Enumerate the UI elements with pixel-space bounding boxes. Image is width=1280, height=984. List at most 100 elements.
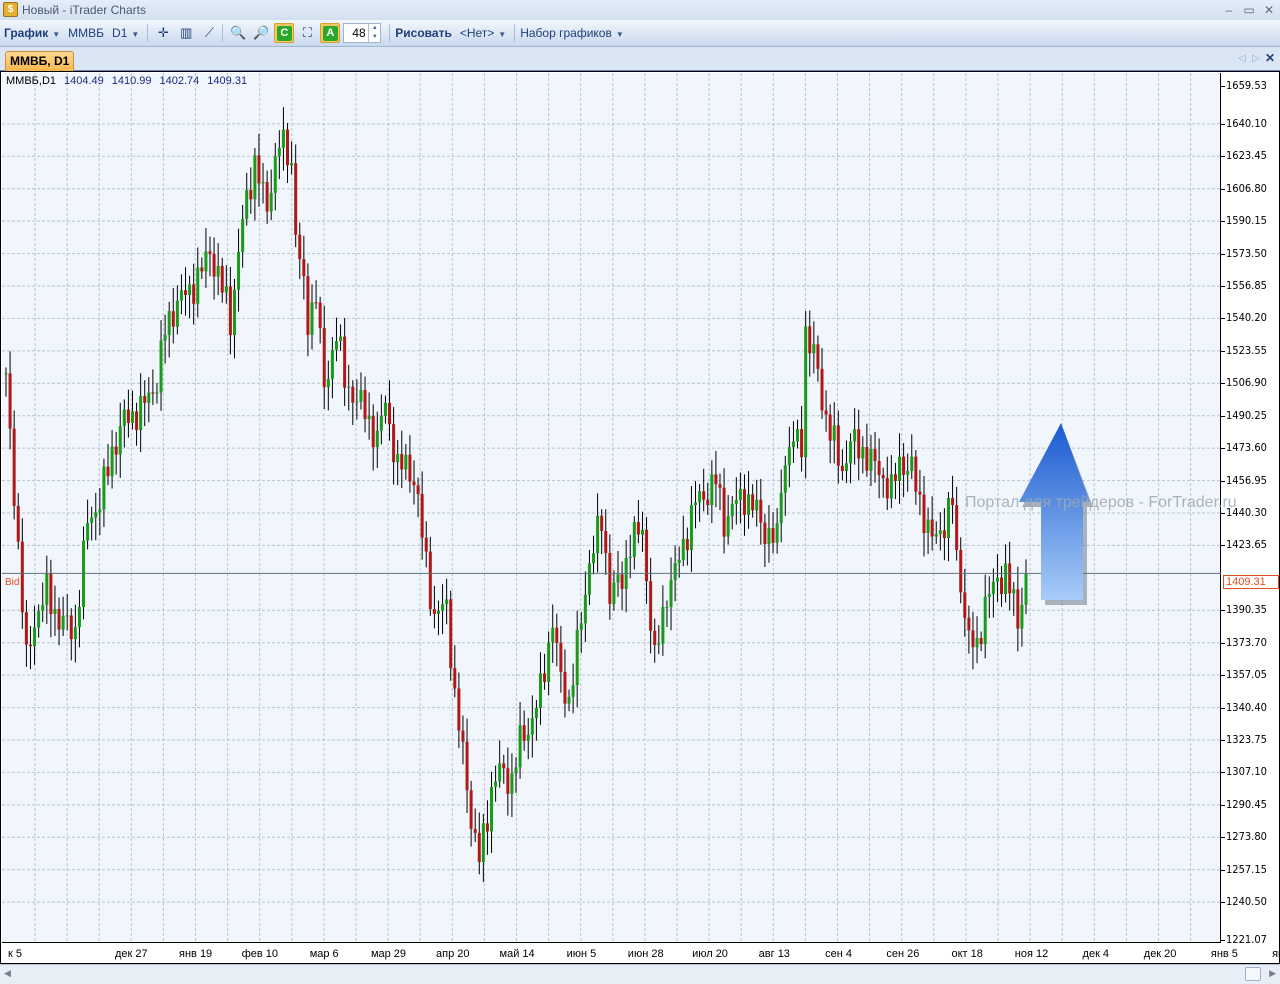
- candle-body: [281, 129, 285, 148]
- candle-body: [269, 192, 273, 212]
- candle-body: [657, 643, 661, 645]
- chart-type-icon[interactable]: ▥: [176, 23, 196, 43]
- price-tick: [1221, 156, 1225, 158]
- candle-body: [849, 441, 853, 464]
- price-tick-label: 1473.60: [1226, 441, 1267, 455]
- crosshair-icon[interactable]: ✛: [153, 23, 173, 43]
- chevron-down-icon: ▼: [615, 30, 624, 39]
- candle-body: [420, 494, 424, 538]
- candle-body: [902, 456, 906, 475]
- price-tick-label: 1390.35: [1226, 603, 1267, 617]
- chart-sets-menu[interactable]: Набор графиков ▼: [520, 26, 624, 40]
- candle-body: [783, 465, 787, 493]
- tab-next-icon[interactable]: ▷: [1252, 53, 1260, 64]
- candle-body: [620, 574, 624, 589]
- candle-body: [98, 509, 102, 513]
- horizontal-scrollbar[interactable]: ◀ ▶: [0, 964, 1280, 984]
- candle-body: [135, 411, 139, 431]
- candle-body: [41, 604, 45, 611]
- candle-body: [991, 581, 995, 595]
- scroll-left-icon[interactable]: ◀: [4, 968, 11, 979]
- zoom-stepper[interactable]: 48 ▲ ▼: [343, 23, 382, 43]
- scrollbar-thumb[interactable]: [1245, 967, 1261, 981]
- candle-body: [188, 284, 192, 296]
- candle-body: [396, 453, 400, 463]
- date-tick-label: янв 5: [1210, 948, 1238, 960]
- timeframe-selector[interactable]: D1 ▼: [112, 26, 139, 40]
- draw-tool-selector[interactable]: <Нет> ▼: [460, 26, 506, 40]
- candle-body: [200, 267, 204, 272]
- candle-body: [979, 637, 983, 645]
- candle-body: [45, 573, 49, 605]
- candle-body: [428, 551, 432, 610]
- price-tick-label: 1573.50: [1226, 246, 1267, 260]
- price-tick: [1221, 221, 1225, 223]
- candle-body: [714, 474, 718, 485]
- chart-sets-label: Набор графиков: [520, 26, 612, 40]
- candle-body: [1024, 573, 1028, 605]
- candle-body: [816, 344, 820, 369]
- candle-body: [363, 389, 367, 420]
- zoom-in-icon[interactable]: 🔍: [228, 23, 248, 43]
- candle-body: [681, 539, 685, 561]
- symbol-selector[interactable]: ММВБ: [68, 26, 104, 40]
- bid-label: Bid: [5, 577, 20, 588]
- candle-body: [987, 594, 991, 597]
- date-tick-label: янв 19: [179, 948, 213, 960]
- separator: [514, 24, 516, 42]
- indicators-icon[interactable]: ⟋: [199, 23, 219, 43]
- candle-body: [334, 340, 338, 350]
- plot-area[interactable]: ММВБ,D1 1404.49 1410.99 1402.74 1409.31 Bid …: [2, 73, 1237, 943]
- candle-body: [212, 253, 216, 277]
- tab-mmvb-d1[interactable]: ММВБ, D1: [5, 51, 75, 71]
- candle-body: [738, 489, 742, 500]
- candle-body: [37, 610, 41, 628]
- candle-body: [616, 574, 620, 583]
- candle-body: [530, 718, 534, 735]
- candle-body: [538, 673, 542, 709]
- candle-body: [139, 396, 143, 431]
- candle-body: [555, 627, 559, 643]
- candle-body: [490, 786, 494, 832]
- zoom-out-icon[interactable]: 🔎: [251, 23, 271, 43]
- candle-body: [673, 563, 677, 580]
- fit-screen-icon[interactable]: ⛶: [297, 23, 317, 43]
- candle-body: [265, 182, 269, 212]
- price-tick: [1221, 350, 1225, 352]
- candle-body: [885, 478, 889, 499]
- c-toggle-button[interactable]: C: [274, 23, 295, 43]
- current-price-tag: 1409.31: [1223, 575, 1279, 589]
- candle-body: [938, 530, 942, 535]
- candle-body: [971, 630, 975, 648]
- tab-close-icon[interactable]: ✕: [1265, 51, 1275, 65]
- candle-body: [873, 449, 877, 462]
- candle-body: [608, 552, 612, 604]
- stepper-arrows-icon[interactable]: ▲ ▼: [368, 24, 380, 42]
- chart-window[interactable]: ММВБ,D1 1404.49 1410.99 1402.74 1409.31 Bid …: [0, 71, 1280, 964]
- candle-body: [779, 492, 783, 524]
- candle-body: [759, 499, 763, 523]
- minimize-button[interactable]: ‒: [1220, 2, 1238, 18]
- close-button[interactable]: ✕: [1260, 2, 1278, 18]
- price-tick-label: 1640.10: [1226, 116, 1267, 130]
- candle-body: [551, 627, 555, 643]
- candle-body: [767, 528, 771, 544]
- candle-body: [298, 234, 302, 260]
- candle-body: [49, 573, 53, 615]
- scroll-right-icon[interactable]: ▶: [1269, 968, 1276, 979]
- tab-prev-icon[interactable]: ◁: [1238, 53, 1246, 64]
- date-tick-label: дек 20: [1143, 948, 1177, 960]
- candle-body: [220, 265, 224, 293]
- a-toggle-button[interactable]: A: [320, 23, 341, 43]
- candle-body: [355, 401, 359, 403]
- price-tick-label: 1623.45: [1226, 149, 1267, 163]
- chart-menu[interactable]: График ▼: [4, 26, 60, 40]
- candle-body: [812, 344, 816, 354]
- candle-body: [465, 741, 469, 791]
- maximize-button[interactable]: ▭: [1240, 2, 1258, 18]
- price-tick: [1221, 285, 1225, 287]
- candle-body: [518, 725, 522, 768]
- candle-body: [853, 429, 857, 442]
- ohlc-open: 1404.49: [64, 75, 104, 87]
- date-tick-label: янв 21: [1272, 948, 1280, 960]
